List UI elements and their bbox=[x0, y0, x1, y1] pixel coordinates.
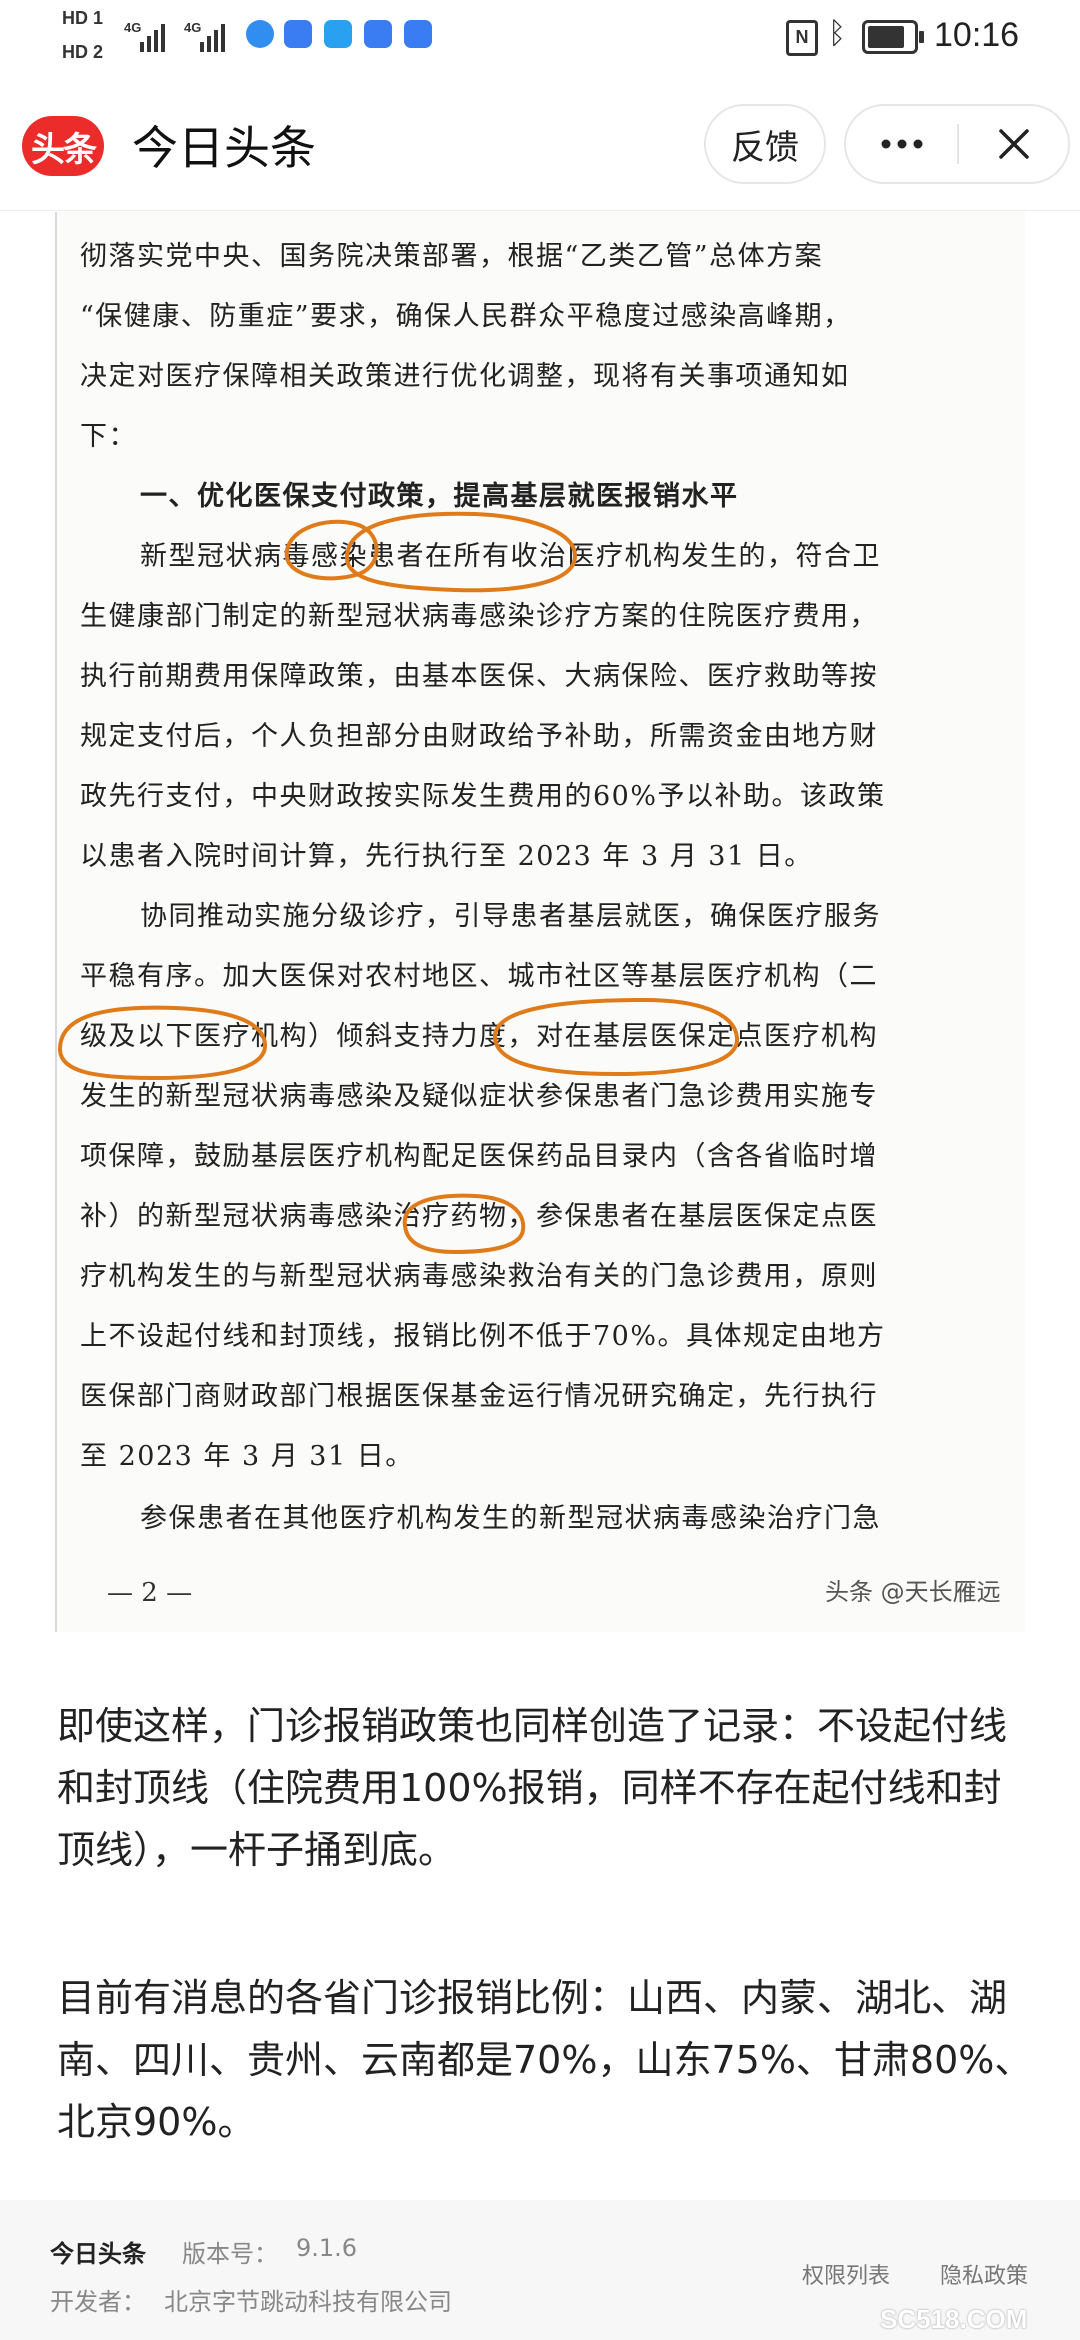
clock: 10:16 bbox=[934, 16, 1020, 54]
nfc-icon: N bbox=[786, 20, 818, 56]
footer-developer: 北京字节跳动科技有限公司 bbox=[164, 2288, 452, 2316]
net2-label: 4G bbox=[184, 20, 202, 35]
highlight-circle bbox=[492, 997, 740, 1077]
battery-icon bbox=[862, 20, 924, 54]
highlight-circle bbox=[57, 1005, 268, 1081]
page-title: 今日头条 bbox=[132, 121, 316, 175]
miniapp-capsule bbox=[844, 104, 1070, 184]
footer-version: 9.1.6 bbox=[296, 2234, 358, 2262]
baidu-paw-icon bbox=[404, 20, 432, 48]
site-watermark: SC518.COM bbox=[880, 2304, 1028, 2334]
footer-app-name: 今日头条 bbox=[50, 2240, 146, 2268]
privacy-link[interactable]: 隐私政策 bbox=[940, 2258, 1028, 2290]
more-icon[interactable] bbox=[846, 106, 957, 182]
footer-version-label: 版本号： bbox=[182, 2240, 278, 2268]
footer-developer-label: 开发者： bbox=[50, 2288, 146, 2316]
permissions-link[interactable]: 权限列表 bbox=[802, 2258, 890, 2290]
net1-label: 4G bbox=[124, 20, 142, 35]
app-info-footer: 今日头条 版本号： 9.1.6 开发者： 北京字节跳动科技有限公司 权限列表 隐… bbox=[0, 2200, 1080, 2340]
doc-edge bbox=[55, 212, 57, 1632]
article-paragraph: 目前有消息的各省门诊报销比例：山西、内蒙、湖北、湖南、四川、贵州、云南都是70%… bbox=[57, 1976, 1033, 2144]
signal2-icon bbox=[200, 22, 225, 52]
handwritten-highlights bbox=[57, 511, 740, 1255]
signal1-icon bbox=[140, 22, 165, 52]
highlight-circle bbox=[402, 1193, 526, 1255]
status-bar: HD 1 HD 2 4G 4G N ᛒ 10:16 bbox=[0, 0, 1080, 70]
browser-app-icon bbox=[246, 20, 274, 48]
baidu-paw-icon bbox=[364, 20, 392, 48]
baidu-paw-icon bbox=[284, 20, 312, 48]
sim2-label: HD 2 bbox=[62, 42, 104, 62]
weather-app-icon bbox=[324, 20, 352, 48]
close-icon[interactable] bbox=[959, 106, 1068, 182]
sim1-label: HD 1 bbox=[62, 8, 104, 28]
feedback-button[interactable]: 反馈 bbox=[704, 104, 826, 184]
document-image: 彻落实党中央、国务院决策部署，根据“乙类乙管”总体方案 “保健康、防重症”要求，… bbox=[55, 212, 1025, 1632]
article-paragraph: 即使这样，门诊报销政策也同样创造了记录：不设起付线和封顶线（住院费用100%报销… bbox=[57, 1704, 1008, 1872]
bluetooth-icon: ᛒ bbox=[828, 16, 846, 51]
toutiao-logo: 头条 bbox=[22, 116, 104, 176]
highlight-circle bbox=[344, 511, 578, 593]
